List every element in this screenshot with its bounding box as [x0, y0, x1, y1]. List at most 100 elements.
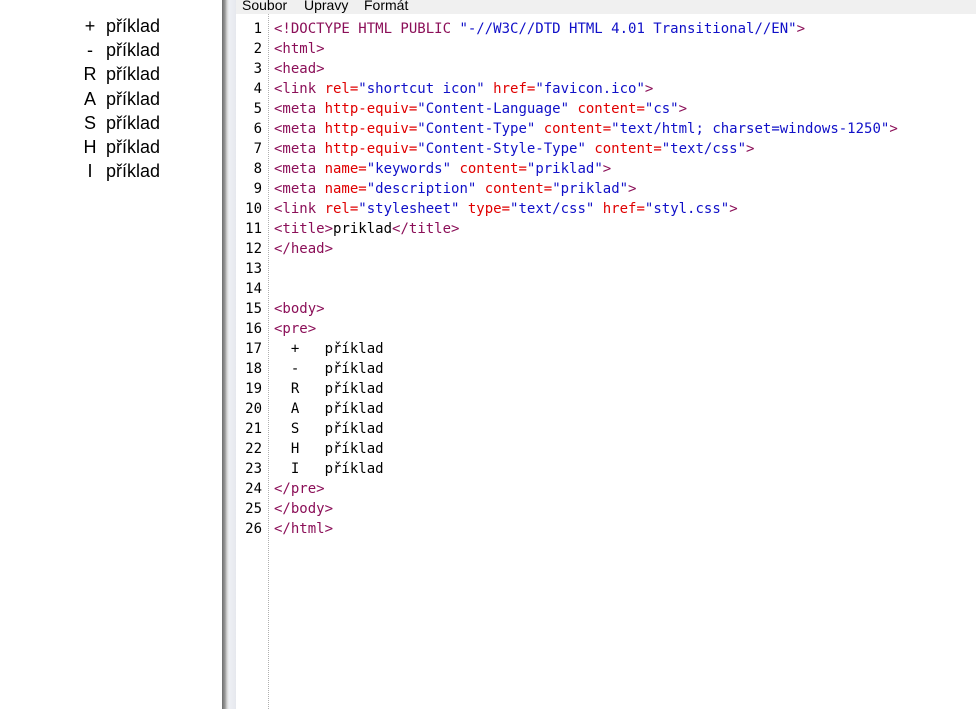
code-token-tag: >	[628, 181, 637, 197]
line-number: 18	[245, 361, 262, 377]
line-number: 25	[245, 501, 262, 517]
code-token-tag: <pre>	[274, 321, 317, 337]
code-token-text: H příklad	[274, 441, 384, 457]
code-token-attr: type=	[467, 201, 511, 217]
code-token-tag: >	[746, 141, 755, 157]
line-number: 6	[253, 121, 262, 137]
code-token-attr: href=	[493, 81, 536, 97]
code-token-text: + příklad	[274, 341, 384, 357]
code-line-content: </pre>	[274, 479, 325, 499]
code-line: 10 <link rel="stylesheet" type="text/css"…	[236, 199, 976, 219]
code-line-content: R příklad	[274, 379, 384, 399]
code-line: 15 <body>	[236, 299, 976, 319]
window-divider	[222, 0, 236, 709]
preview-text: příklad	[106, 64, 161, 84]
code-token-tag: >	[729, 201, 738, 217]
preview-text: příklad	[106, 89, 161, 109]
code-token-tag: </html>	[274, 521, 334, 537]
code-line-content: - příklad	[274, 359, 384, 379]
code-token-val: "Content-Type"	[417, 121, 544, 137]
line-number: 3	[253, 61, 262, 77]
line-number: 24	[245, 481, 262, 497]
code-token-attr: href=	[602, 201, 645, 217]
code-line-content: <title>priklad</title>	[274, 219, 459, 239]
code-token-attr: content=	[484, 181, 553, 197]
code-line: 22 H příklad	[236, 439, 976, 459]
code-token-text: I příklad	[274, 461, 384, 477]
code-token-tag: <title>	[274, 221, 334, 237]
code-line-content: </head>	[274, 239, 333, 259]
line-number: 26	[245, 521, 262, 537]
code-line-content: </html>	[274, 519, 333, 539]
code-token-text: A příklad	[274, 401, 384, 417]
code-line-content: <meta name="description" content="prikla…	[274, 179, 636, 199]
code-token-tag: <link	[274, 81, 325, 97]
code-token-attr: name=	[324, 161, 367, 177]
code-line: 6 <meta http-equiv="Content-Type" content…	[236, 119, 976, 139]
code-line-content: <pre>	[274, 319, 316, 339]
code-line: 8 <meta name="keywords" content="priklad"…	[236, 159, 976, 179]
code-token-val: "Content-Style-Type"	[417, 141, 595, 157]
preview-line: + příklad	[80, 16, 160, 40]
code-token-tag: <meta	[274, 161, 325, 177]
code-line: 13	[236, 259, 976, 279]
line-number: 11	[245, 221, 262, 237]
code-line-content: <!DOCTYPE HTML PUBLIC "-//W3C//DTD HTML …	[274, 19, 805, 39]
code-line: 3 <head>	[236, 59, 976, 79]
preview-symbol: R	[83, 64, 97, 84]
code-line-content: H příklad	[274, 439, 384, 459]
code-line: 5 <meta http-equiv="Content-Language" con…	[236, 99, 976, 119]
preview-symbol: A	[83, 89, 96, 109]
code-line: 25 </body>	[236, 499, 976, 519]
code-line: 18 - příklad	[236, 359, 976, 379]
code-token-tag: <meta	[274, 181, 325, 197]
code-token-val: "-//W3C//DTD HTML 4.01 Transitional//EN"	[459, 21, 797, 37]
line-number: 10	[245, 201, 262, 217]
code-line-content: <meta http-equiv="Content-Type" content=…	[274, 119, 898, 139]
code-token-val: "stylesheet"	[358, 201, 468, 217]
code-text-area[interactable]: 1 <!DOCTYPE HTML PUBLIC "-//W3C//DTD HTML…	[245, 14, 976, 709]
code-line-content: <meta name="keywords" content="priklad">	[274, 159, 611, 179]
code-line-content: + příklad	[274, 339, 384, 359]
preview-text: příklad	[106, 113, 161, 133]
preview-symbol: +	[84, 16, 96, 36]
code-token-text: S příklad	[274, 421, 384, 437]
preview-line: Ipříklad	[80, 161, 160, 185]
code-token-val: "Content-Language"	[417, 101, 578, 117]
code-token-tag: <meta	[274, 121, 325, 137]
code-token-tag: </pre>	[274, 481, 325, 497]
code-token-val: "styl.css"	[644, 201, 730, 217]
code-token-attr: content=	[577, 101, 645, 117]
line-number: 12	[245, 241, 262, 257]
preview-line: Hpříklad	[80, 137, 161, 161]
code-token-val: "shortcut icon"	[358, 81, 494, 97]
code-token-tag: >	[644, 81, 654, 97]
menu-file[interactable]: Soubor	[242, 0, 287, 14]
preview-text: příklad	[106, 137, 161, 157]
line-number: 17	[245, 341, 262, 357]
menu-format[interactable]: Formát	[364, 0, 408, 14]
code-line: 1 <!DOCTYPE HTML PUBLIC "-//W3C//DTD HTML…	[236, 19, 976, 39]
code-line-content: <meta http-equiv="Content-Language" cont…	[274, 99, 687, 119]
code-token-text: R příklad	[274, 381, 384, 397]
code-token-tag: <html>	[274, 41, 325, 57]
code-token-tag: <head>	[274, 61, 325, 77]
code-line: 26 </html>	[236, 519, 976, 539]
menu-edit[interactable]: Úpravy	[304, 0, 348, 14]
code-token-attr: rel=	[324, 201, 359, 217]
code-token-tag: <meta	[274, 101, 325, 117]
line-number: 2	[253, 41, 262, 57]
code-token-tag: <link	[274, 201, 325, 217]
code-token-tag: <body>	[274, 301, 325, 317]
preview-text: příklad	[106, 40, 161, 60]
preview-line: Spříklad	[80, 113, 160, 137]
preview-line: Apříklad	[80, 89, 160, 113]
code-line-content: I příklad	[274, 459, 384, 479]
line-number: 4	[253, 81, 262, 97]
line-number: 1	[253, 21, 262, 37]
code-token-tag: <!DOCTYPE HTML PUBLIC	[274, 21, 460, 37]
code-token-attr: http-equiv=	[324, 121, 418, 137]
code-token-attr: name=	[324, 181, 367, 197]
line-number: 19	[245, 381, 262, 397]
code-line-content: <body>	[274, 299, 325, 319]
